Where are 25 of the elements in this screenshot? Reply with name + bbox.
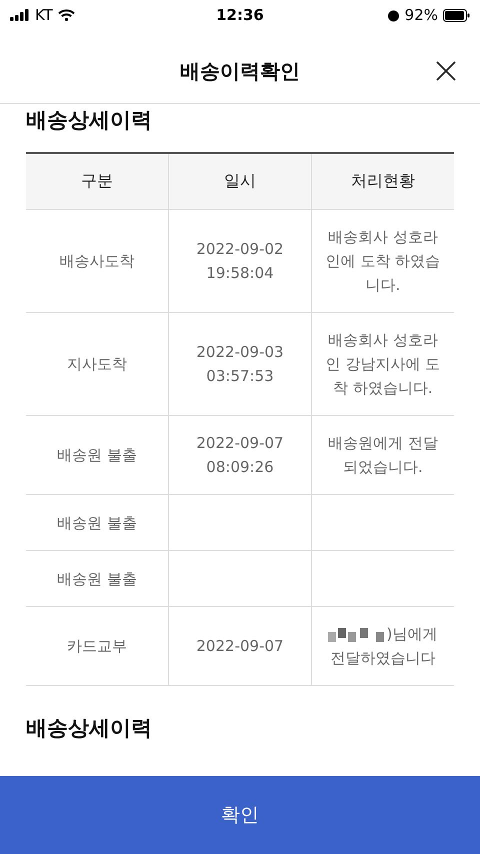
- battery-icon: [443, 8, 470, 22]
- datetime-cell: 2022-09-07: [168, 606, 312, 686]
- redaction-drawing: [328, 628, 386, 642]
- wifi-icon: [58, 9, 75, 21]
- category-cell: 배송사도착: [26, 210, 169, 312]
- page-title: 배송이력확인: [180, 58, 300, 84]
- category-cell: 배송원 불출: [26, 550, 169, 606]
- datetime-cell: 2022-09-07 08:09:26: [168, 416, 312, 494]
- column-header: 처리현황: [311, 153, 454, 210]
- datetime-cell: 2022-09-03 03:57:53: [168, 312, 312, 416]
- category-cell: 배송원 불출: [26, 494, 169, 550]
- carrier-label: KT: [35, 6, 53, 24]
- close-button[interactable]: [434, 59, 458, 83]
- datetime-cell: 2022-09-02 19:58:04: [168, 210, 312, 312]
- battery-percent: 92%: [404, 6, 438, 24]
- clock-time: 12:36: [216, 6, 264, 24]
- signal-icon: [10, 9, 30, 21]
- column-header: 구분: [26, 153, 169, 210]
- category-cell: 배송원 불출: [26, 416, 169, 494]
- section-title: 배송상세이력: [26, 715, 153, 742]
- column-header: 일시: [168, 153, 312, 210]
- confirm-button[interactable]: 확인: [0, 776, 480, 854]
- section-title: 배송상세이력: [26, 107, 153, 134]
- category-cell: 카드교부: [26, 606, 169, 686]
- category-cell: 지사도착: [26, 312, 169, 416]
